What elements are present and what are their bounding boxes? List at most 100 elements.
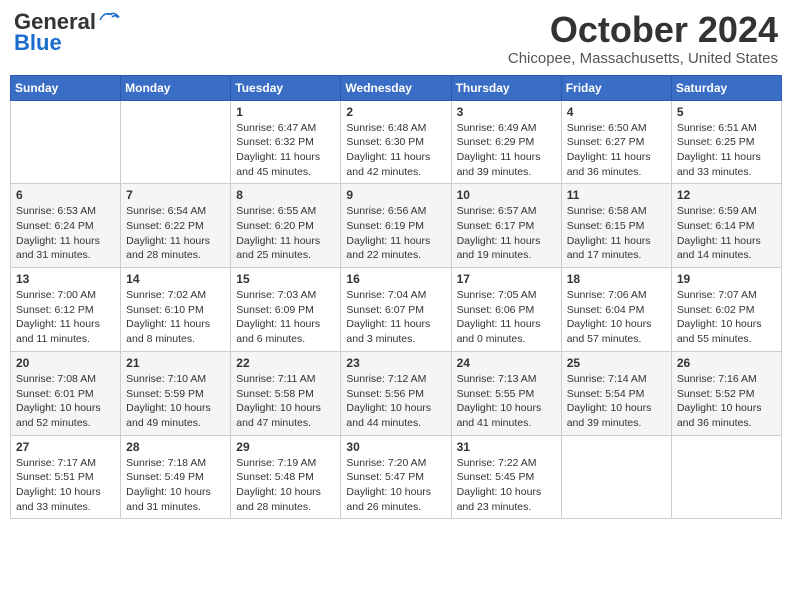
calendar-cell: 16 Sunrise: 7:04 AM Sunset: 6:07 PM Dayli… — [341, 268, 451, 352]
day-number: 31 — [457, 440, 556, 454]
calendar-cell: 31 Sunrise: 7:22 AM Sunset: 5:45 PM Dayli… — [451, 435, 561, 519]
weekday-header-thursday: Thursday — [451, 75, 561, 100]
calendar-cell: 20 Sunrise: 7:08 AM Sunset: 6:01 PM Dayli… — [11, 351, 121, 435]
day-info: Sunrise: 7:06 AM Sunset: 6:04 PM Dayligh… — [567, 288, 666, 347]
calendar-cell: 4 Sunrise: 6:50 AM Sunset: 6:27 PM Daylig… — [561, 100, 671, 184]
day-info: Sunrise: 7:13 AM Sunset: 5:55 PM Dayligh… — [457, 372, 556, 431]
logo: General Blue — [14, 10, 120, 54]
day-info: Sunrise: 6:56 AM Sunset: 6:19 PM Dayligh… — [346, 204, 445, 263]
day-info: Sunrise: 7:14 AM Sunset: 5:54 PM Dayligh… — [567, 372, 666, 431]
day-number: 1 — [236, 105, 335, 119]
day-info: Sunrise: 6:50 AM Sunset: 6:27 PM Dayligh… — [567, 121, 666, 180]
day-info: Sunrise: 7:05 AM Sunset: 6:06 PM Dayligh… — [457, 288, 556, 347]
day-info: Sunrise: 6:58 AM Sunset: 6:15 PM Dayligh… — [567, 204, 666, 263]
day-number: 29 — [236, 440, 335, 454]
day-info: Sunrise: 6:49 AM Sunset: 6:29 PM Dayligh… — [457, 121, 556, 180]
calendar-cell — [561, 435, 671, 519]
day-number: 15 — [236, 272, 335, 286]
page-header: General Blue October 2024 Chicopee, Mass… — [10, 10, 782, 67]
logo-blue-text: Blue — [14, 32, 120, 54]
calendar-cell: 12Sunrise: 6:59 AM Sunset: 6:14 PM Dayli… — [671, 184, 781, 268]
day-info: Sunrise: 7:19 AM Sunset: 5:48 PM Dayligh… — [236, 456, 335, 515]
day-info: Sunrise: 7:00 AM Sunset: 6:12 PM Dayligh… — [16, 288, 115, 347]
calendar-cell: 25 Sunrise: 7:14 AM Sunset: 5:54 PM Dayli… — [561, 351, 671, 435]
day-number: 18 — [567, 272, 666, 286]
day-number: 3 — [457, 105, 556, 119]
weekday-header-wednesday: Wednesday — [341, 75, 451, 100]
day-number: 20 — [16, 356, 115, 370]
calendar-cell — [121, 100, 231, 184]
calendar-cell: 11 Sunrise: 6:58 AM Sunset: 6:15 PM Dayli… — [561, 184, 671, 268]
calendar-cell: 27 Sunrise: 7:17 AM Sunset: 5:51 PM Dayli… — [11, 435, 121, 519]
day-info: Sunrise: 6:47 AM Sunset: 6:32 PM Dayligh… — [236, 121, 335, 180]
weekday-header-monday: Monday — [121, 75, 231, 100]
calendar-cell: 7Sunrise: 6:54 AM Sunset: 6:22 PM Daylig… — [121, 184, 231, 268]
weekday-header-row: SundayMondayTuesdayWednesdayThursdayFrid… — [11, 75, 782, 100]
day-info: Sunrise: 7:04 AM Sunset: 6:07 PM Dayligh… — [346, 288, 445, 347]
calendar-cell: 23Sunrise: 7:12 AM Sunset: 5:56 PM Dayli… — [341, 351, 451, 435]
calendar-cell: 19Sunrise: 7:07 AM Sunset: 6:02 PM Dayli… — [671, 268, 781, 352]
day-number: 14 — [126, 272, 225, 286]
day-number: 4 — [567, 105, 666, 119]
day-info: Sunrise: 7:18 AM Sunset: 5:49 PM Dayligh… — [126, 456, 225, 515]
calendar-cell: 26Sunrise: 7:16 AM Sunset: 5:52 PM Dayli… — [671, 351, 781, 435]
calendar-cell: 21 Sunrise: 7:10 AM Sunset: 5:59 PM Dayli… — [121, 351, 231, 435]
title-block: October 2024 Chicopee, Massachusetts, Un… — [508, 10, 778, 67]
day-info: Sunrise: 6:53 AM Sunset: 6:24 PM Dayligh… — [16, 204, 115, 263]
calendar-cell: 14Sunrise: 7:02 AM Sunset: 6:10 PM Dayli… — [121, 268, 231, 352]
day-number: 22 — [236, 356, 335, 370]
day-number: 16 — [346, 272, 445, 286]
day-info: Sunrise: 6:59 AM Sunset: 6:14 PM Dayligh… — [677, 204, 776, 263]
day-info: Sunrise: 6:48 AM Sunset: 6:30 PM Dayligh… — [346, 121, 445, 180]
calendar-cell: 8Sunrise: 6:55 AM Sunset: 6:20 PM Daylig… — [231, 184, 341, 268]
day-info: Sunrise: 7:03 AM Sunset: 6:09 PM Dayligh… — [236, 288, 335, 347]
day-number: 27 — [16, 440, 115, 454]
weekday-header-friday: Friday — [561, 75, 671, 100]
day-number: 26 — [677, 356, 776, 370]
day-number: 28 — [126, 440, 225, 454]
week-row-1: 1 Sunrise: 6:47 AM Sunset: 6:32 PM Daylig… — [11, 100, 782, 184]
day-info: Sunrise: 7:08 AM Sunset: 6:01 PM Dayligh… — [16, 372, 115, 431]
day-info: Sunrise: 7:10 AM Sunset: 5:59 PM Dayligh… — [126, 372, 225, 431]
day-info: Sunrise: 7:17 AM Sunset: 5:51 PM Dayligh… — [16, 456, 115, 515]
week-row-2: 6 Sunrise: 6:53 AM Sunset: 6:24 PM Daylig… — [11, 184, 782, 268]
location: Chicopee, Massachusetts, United States — [508, 50, 778, 67]
day-number: 25 — [567, 356, 666, 370]
week-row-3: 13 Sunrise: 7:00 AM Sunset: 6:12 PM Dayli… — [11, 268, 782, 352]
day-number: 2 — [346, 105, 445, 119]
day-info: Sunrise: 7:20 AM Sunset: 5:47 PM Dayligh… — [346, 456, 445, 515]
calendar-cell — [671, 435, 781, 519]
calendar-table: SundayMondayTuesdayWednesdayThursdayFrid… — [10, 75, 782, 520]
day-number: 7 — [126, 188, 225, 202]
calendar-cell: 18 Sunrise: 7:06 AM Sunset: 6:04 PM Dayli… — [561, 268, 671, 352]
calendar-cell: 30 Sunrise: 7:20 AM Sunset: 5:47 PM Dayli… — [341, 435, 451, 519]
calendar-cell: 5Sunrise: 6:51 AM Sunset: 6:25 PM Daylig… — [671, 100, 781, 184]
weekday-header-sunday: Sunday — [11, 75, 121, 100]
day-number: 13 — [16, 272, 115, 286]
day-number: 21 — [126, 356, 225, 370]
calendar-cell: 28 Sunrise: 7:18 AM Sunset: 5:49 PM Dayli… — [121, 435, 231, 519]
day-info: Sunrise: 6:57 AM Sunset: 6:17 PM Dayligh… — [457, 204, 556, 263]
day-number: 23 — [346, 356, 445, 370]
day-number: 6 — [16, 188, 115, 202]
calendar-cell: 3 Sunrise: 6:49 AM Sunset: 6:29 PM Daylig… — [451, 100, 561, 184]
calendar-cell: 6 Sunrise: 6:53 AM Sunset: 6:24 PM Daylig… — [11, 184, 121, 268]
day-number: 17 — [457, 272, 556, 286]
day-number: 30 — [346, 440, 445, 454]
calendar-cell: 13 Sunrise: 7:00 AM Sunset: 6:12 PM Dayli… — [11, 268, 121, 352]
calendar-cell: 17 Sunrise: 7:05 AM Sunset: 6:06 PM Dayli… — [451, 268, 561, 352]
calendar-cell: 29 Sunrise: 7:19 AM Sunset: 5:48 PM Dayli… — [231, 435, 341, 519]
week-row-4: 20 Sunrise: 7:08 AM Sunset: 6:01 PM Dayli… — [11, 351, 782, 435]
day-info: Sunrise: 7:22 AM Sunset: 5:45 PM Dayligh… — [457, 456, 556, 515]
day-number: 9 — [346, 188, 445, 202]
calendar-cell: 9 Sunrise: 6:56 AM Sunset: 6:19 PM Daylig… — [341, 184, 451, 268]
logo-bird-icon — [98, 10, 120, 26]
day-info: Sunrise: 7:11 AM Sunset: 5:58 PM Dayligh… — [236, 372, 335, 431]
calendar-cell: 22 Sunrise: 7:11 AM Sunset: 5:58 PM Dayli… — [231, 351, 341, 435]
calendar-cell: 2 Sunrise: 6:48 AM Sunset: 6:30 PM Daylig… — [341, 100, 451, 184]
calendar-cell: 1 Sunrise: 6:47 AM Sunset: 6:32 PM Daylig… — [231, 100, 341, 184]
calendar-cell: 10Sunrise: 6:57 AM Sunset: 6:17 PM Dayli… — [451, 184, 561, 268]
calendar-cell — [11, 100, 121, 184]
day-number: 11 — [567, 188, 666, 202]
week-row-5: 27 Sunrise: 7:17 AM Sunset: 5:51 PM Dayli… — [11, 435, 782, 519]
